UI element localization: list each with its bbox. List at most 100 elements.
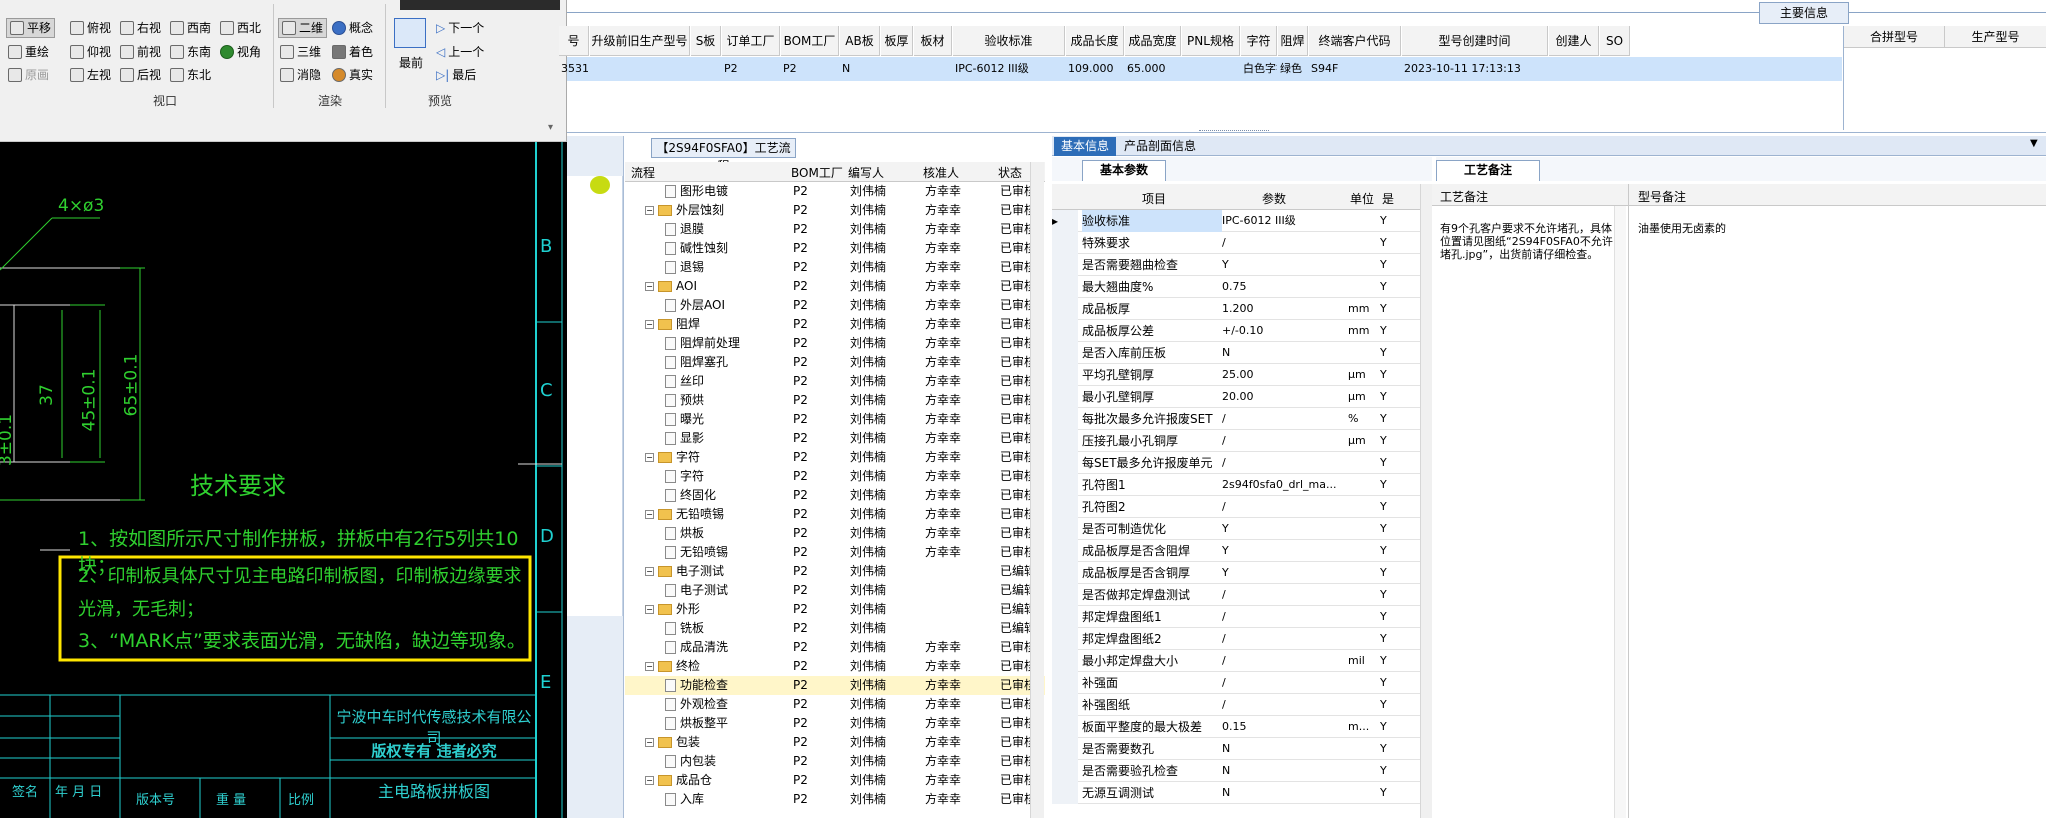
main-col-header[interactable]: 型号创建时间	[1402, 26, 1548, 56]
original-button[interactable]: 原画	[8, 65, 49, 85]
collapse-icon[interactable]: −	[645, 662, 654, 671]
concept-button[interactable]: 概念	[332, 18, 373, 38]
param-row[interactable]: 压接孔最小孔铜厚 / μm Y	[1052, 430, 1420, 452]
param-row[interactable]: 平均孔壁铜厚 25.00 μm Y	[1052, 364, 1420, 386]
flow-row[interactable]: 图形电镀 P2 刘伟楠 方幸幸 已审核	[625, 182, 1045, 201]
flow-row[interactable]: − 字符 P2 刘伟楠 方幸幸 已审核	[625, 448, 1045, 467]
row-selector[interactable]	[1052, 518, 1078, 540]
collapse-icon[interactable]: −	[645, 738, 654, 747]
param-row[interactable]: 成品板厚是否含阻焊 Y Y	[1052, 540, 1420, 562]
flow-row[interactable]: 烘板整平 P2 刘伟楠 方幸幸 已审核	[625, 714, 1045, 733]
process-note-text[interactable]: 有9个孔客户要求不允许堵孔，具体位置请见图纸“2S94F0SFA0不允许堵孔.j…	[1440, 222, 1618, 261]
flow-scrollbar[interactable]	[1030, 162, 1044, 818]
ne-view-button[interactable]: 东北	[170, 65, 211, 85]
flow-row[interactable]: 无铅喷锡 P2 刘伟楠 方幸幸 已审核	[625, 543, 1045, 562]
param-row[interactable]: 是否做邦定焊盘测试 / Y	[1052, 584, 1420, 606]
flow-row[interactable]: − 成品仓 P2 刘伟楠 方幸幸 已审核	[625, 771, 1045, 790]
row-selector[interactable]	[1052, 452, 1078, 474]
row-selector[interactable]	[1052, 474, 1078, 496]
tab-basic-info[interactable]: 基本信息	[1054, 137, 1116, 156]
row-selector[interactable]	[1052, 716, 1078, 738]
flow-row[interactable]: 丝印 P2 刘伟楠 方幸幸 已审核	[625, 372, 1045, 391]
row-selector[interactable]	[1052, 540, 1078, 562]
flow-row[interactable]: 成品清洗 P2 刘伟楠 方幸幸 已审核	[625, 638, 1045, 657]
param-row[interactable]: 补强面 / Y	[1052, 672, 1420, 694]
flow-row[interactable]: 电子测试 P2 刘伟楠 已编辑	[625, 581, 1045, 600]
row-selector[interactable]	[1052, 342, 1078, 364]
next-button[interactable]: ▷ 下一个	[436, 18, 484, 38]
dropdown-icon[interactable]: ▼	[2030, 138, 2038, 149]
row-selector[interactable]	[1052, 672, 1078, 694]
prev-button[interactable]: ◁ 上一个	[436, 42, 484, 62]
row-selector[interactable]	[1052, 562, 1078, 584]
flow-row[interactable]: 阻焊前处理 P2 刘伟楠 方幸幸 已审核	[625, 334, 1045, 353]
se-view-button[interactable]: 东南	[170, 42, 211, 62]
main-col-header[interactable]: PNL规格	[1182, 26, 1240, 56]
row-selector[interactable]	[1052, 254, 1078, 276]
splitter-grip[interactable]	[1199, 130, 1269, 133]
top-view-button[interactable]: 俯视	[70, 18, 111, 38]
flow-row[interactable]: 字符 P2 刘伟楠 方幸幸 已审核	[625, 467, 1045, 486]
flow-row[interactable]: 内包装 P2 刘伟楠 方幸幸 已审核	[625, 752, 1045, 771]
param-row[interactable]: 邦定焊盘图纸2 / Y	[1052, 628, 1420, 650]
flow-row[interactable]: − 电子测试 P2 刘伟楠 已编辑	[625, 562, 1045, 581]
redraw-button[interactable]: 重绘	[8, 42, 49, 62]
shaded-button[interactable]: 着色	[332, 42, 373, 62]
flow-row[interactable]: 外层AOI P2 刘伟楠 方幸幸 已审核	[625, 296, 1045, 315]
bottom-view-button[interactable]: 仰视	[70, 42, 111, 62]
param-row[interactable]: 是否需要验孔检查 N Y	[1052, 760, 1420, 782]
row-selector[interactable]	[1052, 628, 1078, 650]
flow-row[interactable]: − 外层蚀刻 P2 刘伟楠 方幸幸 已审核	[625, 201, 1045, 220]
main-col-header[interactable]: 板材	[914, 26, 952, 56]
row-selector[interactable]	[1052, 782, 1078, 804]
flow-row[interactable]: 显影 P2 刘伟楠 方幸幸 已审核	[625, 429, 1045, 448]
row-selector[interactable]	[1052, 496, 1078, 518]
first-label[interactable]: 最前	[393, 54, 429, 71]
row-selector[interactable]	[1052, 364, 1078, 386]
main-col-header[interactable]: 创建人	[1549, 26, 1599, 56]
main-col-header[interactable]: 升级前旧生产型号	[590, 26, 690, 56]
flow-row[interactable]: 预烘 P2 刘伟楠 方幸幸 已审核	[625, 391, 1045, 410]
collapse-icon[interactable]: −	[645, 282, 654, 291]
flow-row[interactable]: 曝光 P2 刘伟楠 方幸幸 已审核	[625, 410, 1045, 429]
flow-row[interactable]: − 外形 P2 刘伟楠 已编辑	[625, 600, 1045, 619]
notes-scrollbar[interactable]	[1614, 206, 1626, 818]
param-row[interactable]: 特殊要求 / Y	[1052, 232, 1420, 254]
param-row[interactable]: 最大翘曲度% 0.75 Y	[1052, 276, 1420, 298]
tab-basic-params[interactable]: 基本参数	[1082, 160, 1166, 181]
tab-profile-info[interactable]: 产品剖面信息	[1124, 137, 1214, 156]
row-selector[interactable]	[1052, 276, 1078, 298]
collapse-icon[interactable]: −	[645, 320, 654, 329]
param-row[interactable]: 邦定焊盘图纸1 / Y	[1052, 606, 1420, 628]
flow-row[interactable]: 退锡 P2 刘伟楠 方幸幸 已审核	[625, 258, 1045, 277]
flow-row[interactable]: 烘板 P2 刘伟楠 方幸幸 已审核	[625, 524, 1045, 543]
params-scrollbar[interactable]	[1420, 184, 1432, 818]
row-selector[interactable]	[1052, 430, 1078, 452]
nw-view-button[interactable]: 西北	[220, 18, 261, 38]
row-selector[interactable]	[1052, 320, 1078, 342]
flow-row[interactable]: 功能检查 P2 刘伟楠 方幸幸 已审核	[625, 676, 1045, 695]
param-row[interactable]: 是否需要翘曲检查 Y Y	[1052, 254, 1420, 276]
tab-process-notes[interactable]: 工艺备注	[1436, 160, 1540, 181]
main-col-header[interactable]: S板	[691, 26, 721, 56]
param-row[interactable]: 最小孔壁铜厚 20.00 μm Y	[1052, 386, 1420, 408]
main-col-header[interactable]: 号	[559, 26, 589, 56]
front-view-button[interactable]: 前视	[120, 42, 161, 62]
param-row[interactable]: 每SET最多允许报废单元 / Y	[1052, 452, 1420, 474]
row-selector[interactable]	[1052, 232, 1078, 254]
row-selector[interactable]	[1052, 408, 1078, 430]
param-row[interactable]: 是否入库前压板 N Y	[1052, 342, 1420, 364]
param-row[interactable]: 是否需要数孔 N Y	[1052, 738, 1420, 760]
collapse-icon[interactable]: −	[645, 567, 654, 576]
row-selector[interactable]	[1052, 386, 1078, 408]
main-col-header[interactable]: SO	[1600, 26, 1630, 56]
main-col-header[interactable]: AB板	[840, 26, 880, 56]
flow-row[interactable]: 终固化 P2 刘伟楠 方幸幸 已审核	[625, 486, 1045, 505]
main-col-header[interactable]: 验收标准	[953, 26, 1065, 56]
flow-row[interactable]: 铣板 P2 刘伟楠 已编辑	[625, 619, 1045, 638]
param-row[interactable]: 无源互调测试 N Y	[1052, 782, 1420, 804]
collapse-icon[interactable]: −	[645, 776, 654, 785]
param-row[interactable]: 孔符图2 / Y	[1052, 496, 1420, 518]
flow-row[interactable]: 退膜 P2 刘伟楠 方幸幸 已审核	[625, 220, 1045, 239]
collapse-icon[interactable]: −	[645, 206, 654, 215]
